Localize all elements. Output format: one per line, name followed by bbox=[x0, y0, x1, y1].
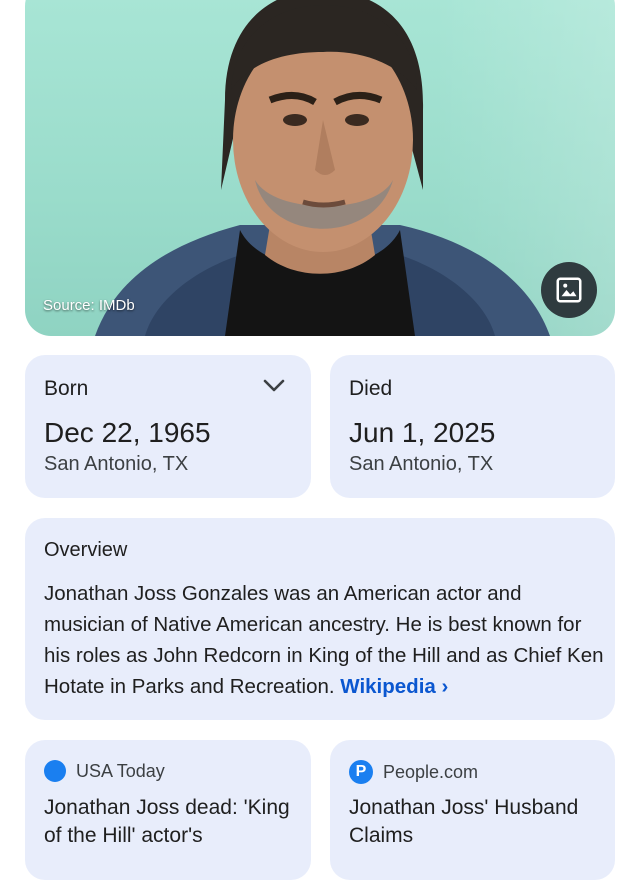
news-headline[interactable]: Jonathan Joss' Husband Claims bbox=[349, 794, 604, 850]
news-source: USA Today bbox=[44, 760, 165, 782]
view-images-button[interactable] bbox=[541, 262, 597, 318]
image-source-caption[interactable]: Source: IMDb bbox=[43, 297, 135, 314]
news-source: P People.com bbox=[349, 760, 478, 784]
hero-image[interactable]: Source: IMDb bbox=[25, 0, 615, 336]
usa-today-logo-icon bbox=[44, 760, 66, 782]
died-card[interactable]: Died Jun 1, 2025 San Antonio, TX bbox=[330, 355, 615, 498]
born-place: San Antonio, TX bbox=[44, 453, 189, 475]
news-headline[interactable]: Jonathan Joss dead: 'King of the Hill' a… bbox=[44, 794, 299, 850]
overview-text: Jonathan Joss Gonzales was an American a… bbox=[44, 578, 604, 702]
overview-description: Jonathan Joss Gonzales was an American a… bbox=[44, 582, 604, 698]
born-label: Born bbox=[44, 377, 89, 400]
died-date: Jun 1, 2025 bbox=[349, 417, 496, 448]
people-logo-icon: P bbox=[349, 760, 373, 784]
news-source-name: USA Today bbox=[76, 760, 165, 781]
news-card[interactable]: USA Today Jonathan Joss dead: 'King of t… bbox=[25, 740, 311, 880]
died-place: San Antonio, TX bbox=[349, 453, 494, 475]
image-icon bbox=[556, 277, 582, 303]
born-date: Dec 22, 1965 bbox=[44, 417, 211, 448]
born-card[interactable]: Born Dec 22, 1965 San Antonio, TX bbox=[25, 355, 311, 498]
person-photo bbox=[95, 0, 550, 336]
news-source-name: People.com bbox=[383, 761, 479, 782]
news-card[interactable]: P People.com Jonathan Joss' Husband Clai… bbox=[330, 740, 615, 880]
overview-card: Overview Jonathan Joss Gonzales was an A… bbox=[25, 518, 615, 720]
died-label: Died bbox=[349, 377, 393, 400]
overview-title: Overview bbox=[44, 539, 128, 561]
wikipedia-link[interactable]: Wikipedia › bbox=[340, 675, 448, 698]
chevron-down-icon[interactable] bbox=[263, 379, 285, 393]
